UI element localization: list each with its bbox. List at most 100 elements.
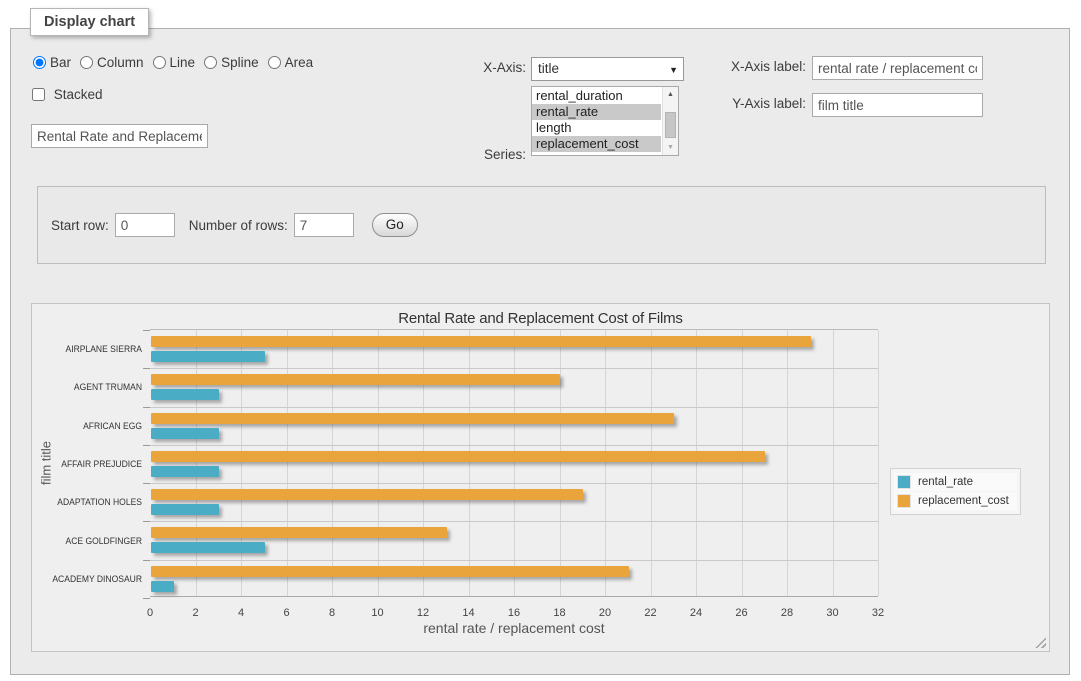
bar-replacement-cost-african-egg — [151, 413, 674, 424]
y-axis-tick — [143, 521, 150, 522]
x-axis-label-prompt: X-Axis label: — [706, 59, 806, 75]
gridline-vertical — [287, 330, 288, 596]
x-tick-label: 12 — [408, 607, 438, 619]
gridline-vertical — [833, 330, 834, 596]
chart-type-line[interactable]: Line — [153, 55, 196, 70]
bar-replacement-cost-affair-prejudice — [151, 451, 765, 462]
x-tick-label: 10 — [363, 607, 393, 619]
y-category-label: AIRPLANE SIERRA — [30, 344, 142, 355]
bar-replacement-cost-academy-dinosaur — [151, 566, 629, 577]
gridline-horizontal — [150, 407, 878, 408]
chart-type-label: Column — [97, 55, 144, 70]
bar-rental-rate-adaptation-holes — [151, 504, 219, 515]
num-rows-input[interactable] — [294, 213, 354, 237]
start-row-label: Start row: — [51, 218, 109, 233]
rental-rate-swatch — [897, 475, 911, 489]
y-axis-tick — [143, 407, 150, 408]
chart-type-area-radio[interactable] — [268, 56, 281, 69]
y-axis-tick — [143, 598, 150, 599]
x-axis-title: rental rate / replacement cost — [150, 620, 878, 636]
scroll-down-icon[interactable]: ▼ — [663, 140, 678, 155]
gridline-vertical — [423, 330, 424, 596]
listbox-scrollbar[interactable]: ▲ ▼ — [662, 87, 678, 155]
bar-rental-rate-agent-truman — [151, 389, 219, 400]
bar-replacement-cost-ace-goldfinger — [151, 527, 447, 538]
scrollbar-thumb[interactable] — [665, 112, 676, 138]
resize-grip-icon[interactable] — [1035, 637, 1046, 648]
series-prompt: Series: — [431, 147, 526, 163]
gridline-horizontal — [150, 483, 878, 484]
bar-replacement-cost-adaptation-holes — [151, 489, 583, 500]
num-rows-label: Number of rows: — [189, 218, 288, 233]
x-tick-label: 32 — [863, 607, 893, 619]
stacked-checkbox-row[interactable]: Stacked — [32, 87, 103, 102]
x-tick-label: 14 — [454, 607, 484, 619]
chart-title-input[interactable] — [31, 124, 208, 148]
chart-type-column[interactable]: Column — [80, 55, 144, 70]
series-option-replacement-cost[interactable]: replacement_cost — [532, 136, 661, 152]
gridline-vertical — [378, 330, 379, 596]
series-options: rental_durationrental_ratelengthreplacem… — [532, 88, 661, 152]
chart-type-label: Bar — [50, 55, 71, 70]
y-category-label: AGENT TRUMAN — [30, 382, 142, 393]
bar-replacement-cost-agent-truman — [151, 374, 560, 385]
chart-legend: rental_rate replacement_cost — [890, 468, 1021, 515]
chart-title: Rental Rate and Replacement Cost of Film… — [32, 310, 1049, 327]
x-tick-label: 8 — [317, 607, 347, 619]
series-option-rental-rate[interactable]: rental_rate — [532, 104, 661, 120]
gridline-vertical — [332, 330, 333, 596]
chevron-down-icon: ▼ — [669, 59, 678, 81]
bar-rental-rate-african-egg — [151, 428, 219, 439]
row-range-box: Start row: Number of rows: Go — [37, 186, 1046, 264]
gridline-vertical — [514, 330, 515, 596]
series-listbox[interactable]: rental_durationrental_ratelengthreplacem… — [531, 86, 679, 156]
chart-type-spline-radio[interactable] — [204, 56, 217, 69]
chart-type-radiogroup: Bar Column Line Spline Area — [33, 55, 322, 70]
panel-title: Display chart — [30, 8, 149, 36]
y-category-label: ACADEMY DINOSAUR — [30, 574, 142, 585]
gridline-horizontal — [150, 521, 878, 522]
x-tick-label: 26 — [727, 607, 757, 619]
chart-type-spline[interactable]: Spline — [204, 55, 259, 70]
plot-area: AIRPLANE SIERRAAGENT TRUMANAFRICAN EGGAF… — [150, 329, 878, 597]
legend-label: replacement_cost — [918, 495, 1009, 507]
gridline-horizontal — [150, 445, 878, 446]
gridline-horizontal — [150, 368, 878, 369]
gridline-vertical — [878, 330, 879, 596]
gridline-vertical — [560, 330, 561, 596]
x-tick-label: 0 — [135, 607, 165, 619]
chart-type-bar-radio[interactable] — [33, 56, 46, 69]
gridline-vertical — [241, 330, 242, 596]
y-axis-title: film title — [39, 441, 54, 485]
chart-container: Rental Rate and Replacement Cost of Film… — [31, 303, 1050, 652]
gridline-vertical — [469, 330, 470, 596]
gridline-horizontal — [150, 560, 878, 561]
x-tick-label: 28 — [772, 607, 802, 619]
series-option-rental-duration[interactable]: rental_duration — [532, 88, 661, 104]
gridline-vertical — [787, 330, 788, 596]
y-axis-label-input[interactable] — [812, 93, 983, 117]
y-axis-tick — [143, 483, 150, 484]
series-option-length[interactable]: length — [532, 120, 661, 136]
replacement-cost-swatch — [897, 494, 911, 508]
y-category-label: AFRICAN EGG — [30, 421, 142, 432]
gridline-vertical — [742, 330, 743, 596]
y-category-label: ACE GOLDFINGER — [30, 536, 142, 547]
scroll-up-icon[interactable]: ▲ — [663, 87, 678, 102]
chart-type-line-radio[interactable] — [153, 56, 166, 69]
start-row-input[interactable] — [115, 213, 175, 237]
x-tick-label: 4 — [226, 607, 256, 619]
chart-type-column-radio[interactable] — [80, 56, 93, 69]
chart-type-label: Spline — [221, 55, 259, 70]
chart-type-area[interactable]: Area — [268, 55, 314, 70]
y-category-label: ADAPTATION HOLES — [30, 497, 142, 508]
x-axis-label-input[interactable] — [812, 56, 983, 80]
chart-type-bar[interactable]: Bar — [33, 55, 71, 70]
y-axis-label-prompt: Y-Axis label: — [706, 96, 806, 112]
legend-label: rental_rate — [918, 476, 973, 488]
stacked-checkbox[interactable] — [32, 88, 45, 101]
go-button[interactable]: Go — [372, 213, 418, 237]
bar-replacement-cost-airplane-sierra — [151, 336, 811, 347]
x-axis-select[interactable]: title ▼ — [531, 57, 684, 81]
x-tick-label: 18 — [545, 607, 575, 619]
